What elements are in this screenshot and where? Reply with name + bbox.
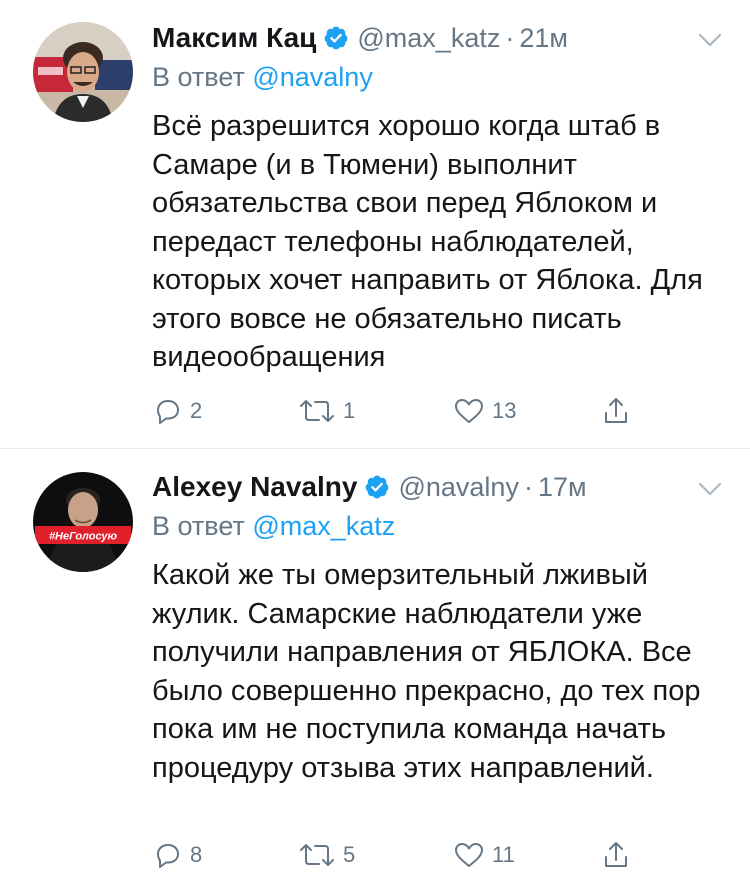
reply-mention-link[interactable]: @navalny — [252, 62, 372, 92]
reply-context: В ответ @navalny — [152, 62, 373, 93]
retweet-button[interactable]: 1 — [297, 393, 355, 429]
like-button[interactable]: 11 — [452, 837, 515, 873]
share-button[interactable] — [600, 837, 632, 873]
tweet-timestamp[interactable]: 17м — [538, 472, 587, 503]
reply-count: 2 — [190, 398, 203, 423]
share-icon — [600, 394, 632, 428]
author-handle[interactable]: @navalny — [398, 472, 518, 503]
retweet-button[interactable]: 5 — [297, 837, 355, 873]
tweet-text: Всё разрешится хорошо когда штаб в Самар… — [152, 110, 703, 373]
tweet-actions: 2 1 13 — [152, 393, 652, 429]
separator-dot: · — [523, 471, 533, 502]
tweet-text: Какой же ты омерзительный лживый жулик. … — [152, 559, 701, 784]
reply-context: В ответ @max_katz — [152, 511, 395, 542]
author-name[interactable]: Максим Кац — [152, 22, 316, 54]
heart-icon — [452, 839, 486, 871]
retweet-icon — [297, 395, 337, 427]
avatar-badge-text: #НеГолосую — [49, 531, 118, 543]
heart-icon — [452, 395, 486, 427]
verified-badge-icon — [364, 474, 390, 500]
reply-prefix: В ответ — [152, 511, 245, 541]
reply-button[interactable]: 2 — [152, 393, 202, 429]
reply-icon — [152, 839, 184, 871]
avatar[interactable]: #НеГолосую — [33, 472, 133, 572]
share-icon — [600, 838, 632, 872]
share-button[interactable] — [600, 393, 632, 429]
reply-icon — [152, 395, 184, 427]
tweet-header: Максим Кац @max_katz · 21м — [152, 18, 568, 58]
author-name[interactable]: Alexey Navalny — [152, 471, 357, 503]
retweet-count: 1 — [343, 398, 356, 423]
author-handle[interactable]: @max_katz — [357, 23, 500, 54]
like-count: 11 — [492, 842, 515, 867]
like-count: 13 — [492, 398, 517, 423]
reply-button[interactable]: 8 — [152, 837, 202, 873]
avatar[interactable] — [33, 22, 133, 122]
reply-mention-link[interactable]: @max_katz — [252, 511, 395, 541]
tweet-timestamp[interactable]: 21м — [519, 23, 568, 54]
tweet-2[interactable]: #НеГолосую Alexey Navalny @navalny · 17м… — [0, 449, 750, 889]
retweet-count: 5 — [343, 842, 356, 867]
reply-prefix: В ответ — [152, 62, 245, 92]
tweet-actions: 8 5 11 — [152, 837, 652, 873]
chevron-down-icon[interactable] — [696, 30, 724, 50]
like-button[interactable]: 13 — [452, 393, 516, 429]
reply-count: 8 — [190, 842, 203, 867]
tweet-1[interactable]: Максим Кац @max_katz · 21м В ответ @nava… — [0, 0, 750, 448]
verified-badge-icon — [323, 25, 349, 51]
separator-dot: · — [505, 22, 515, 53]
retweet-icon — [297, 839, 337, 871]
chevron-down-icon[interactable] — [696, 479, 724, 499]
tweet-header: Alexey Navalny @navalny · 17м — [152, 467, 587, 507]
